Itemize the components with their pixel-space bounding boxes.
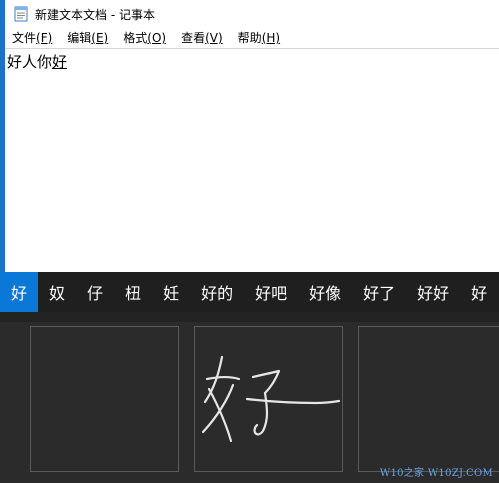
title-bar[interactable]: 新建文本文档 - 记事本 (5, 0, 499, 28)
handwriting-ink-stroke (201, 355, 341, 443)
menu-format[interactable]: 格式(O) (116, 28, 174, 48)
handwriting-cell-1[interactable] (30, 326, 179, 472)
watermark: W10之家 W10ZJ.COM (379, 468, 493, 479)
menu-file[interactable]: 文件(F) (5, 28, 60, 48)
handwriting-cell-3[interactable] (358, 326, 499, 472)
window-title: 新建文本文档 - 记事本 (35, 7, 155, 22)
handwriting-panel: W10之家 W10ZJ.COM (0, 312, 499, 483)
candidate-3[interactable]: 仔 (76, 272, 114, 312)
menu-edit[interactable]: 编辑(E) (60, 28, 116, 48)
menu-help[interactable]: 帮助(H) (231, 28, 288, 48)
candidate-1[interactable]: 好 (0, 272, 39, 312)
candidate-8[interactable]: 好像 (298, 272, 352, 312)
candidate-5[interactable]: 妊 (152, 272, 190, 312)
candidate-10[interactable]: 好好 (406, 272, 460, 312)
menu-bar: 文件(F) 编辑(E) 格式(O) 查看(V) 帮助(H) (5, 28, 499, 49)
text-editor[interactable]: 好人你好 (5, 49, 499, 272)
notepad-icon (14, 6, 28, 22)
candidate-11[interactable]: 好 (460, 272, 498, 312)
panel-divider (0, 312, 499, 322)
candidate-7[interactable]: 好吧 (244, 272, 298, 312)
candidate-6[interactable]: 好的 (190, 272, 244, 312)
committed-text: 好人你 (7, 53, 53, 71)
handwriting-cell-2[interactable] (194, 326, 343, 472)
candidate-9[interactable]: 好了 (352, 272, 406, 312)
composing-text: 好 (52, 53, 68, 71)
ime-candidate-bar: 好 奴 仔 杻 妊 好的 好吧 好像 好了 好好 好 (0, 272, 499, 312)
candidate-2[interactable]: 奴 (38, 272, 76, 312)
editor-content: 好人你好 (7, 51, 67, 72)
candidate-4[interactable]: 杻 (114, 272, 152, 312)
menu-view[interactable]: 查看(V) (174, 28, 231, 48)
